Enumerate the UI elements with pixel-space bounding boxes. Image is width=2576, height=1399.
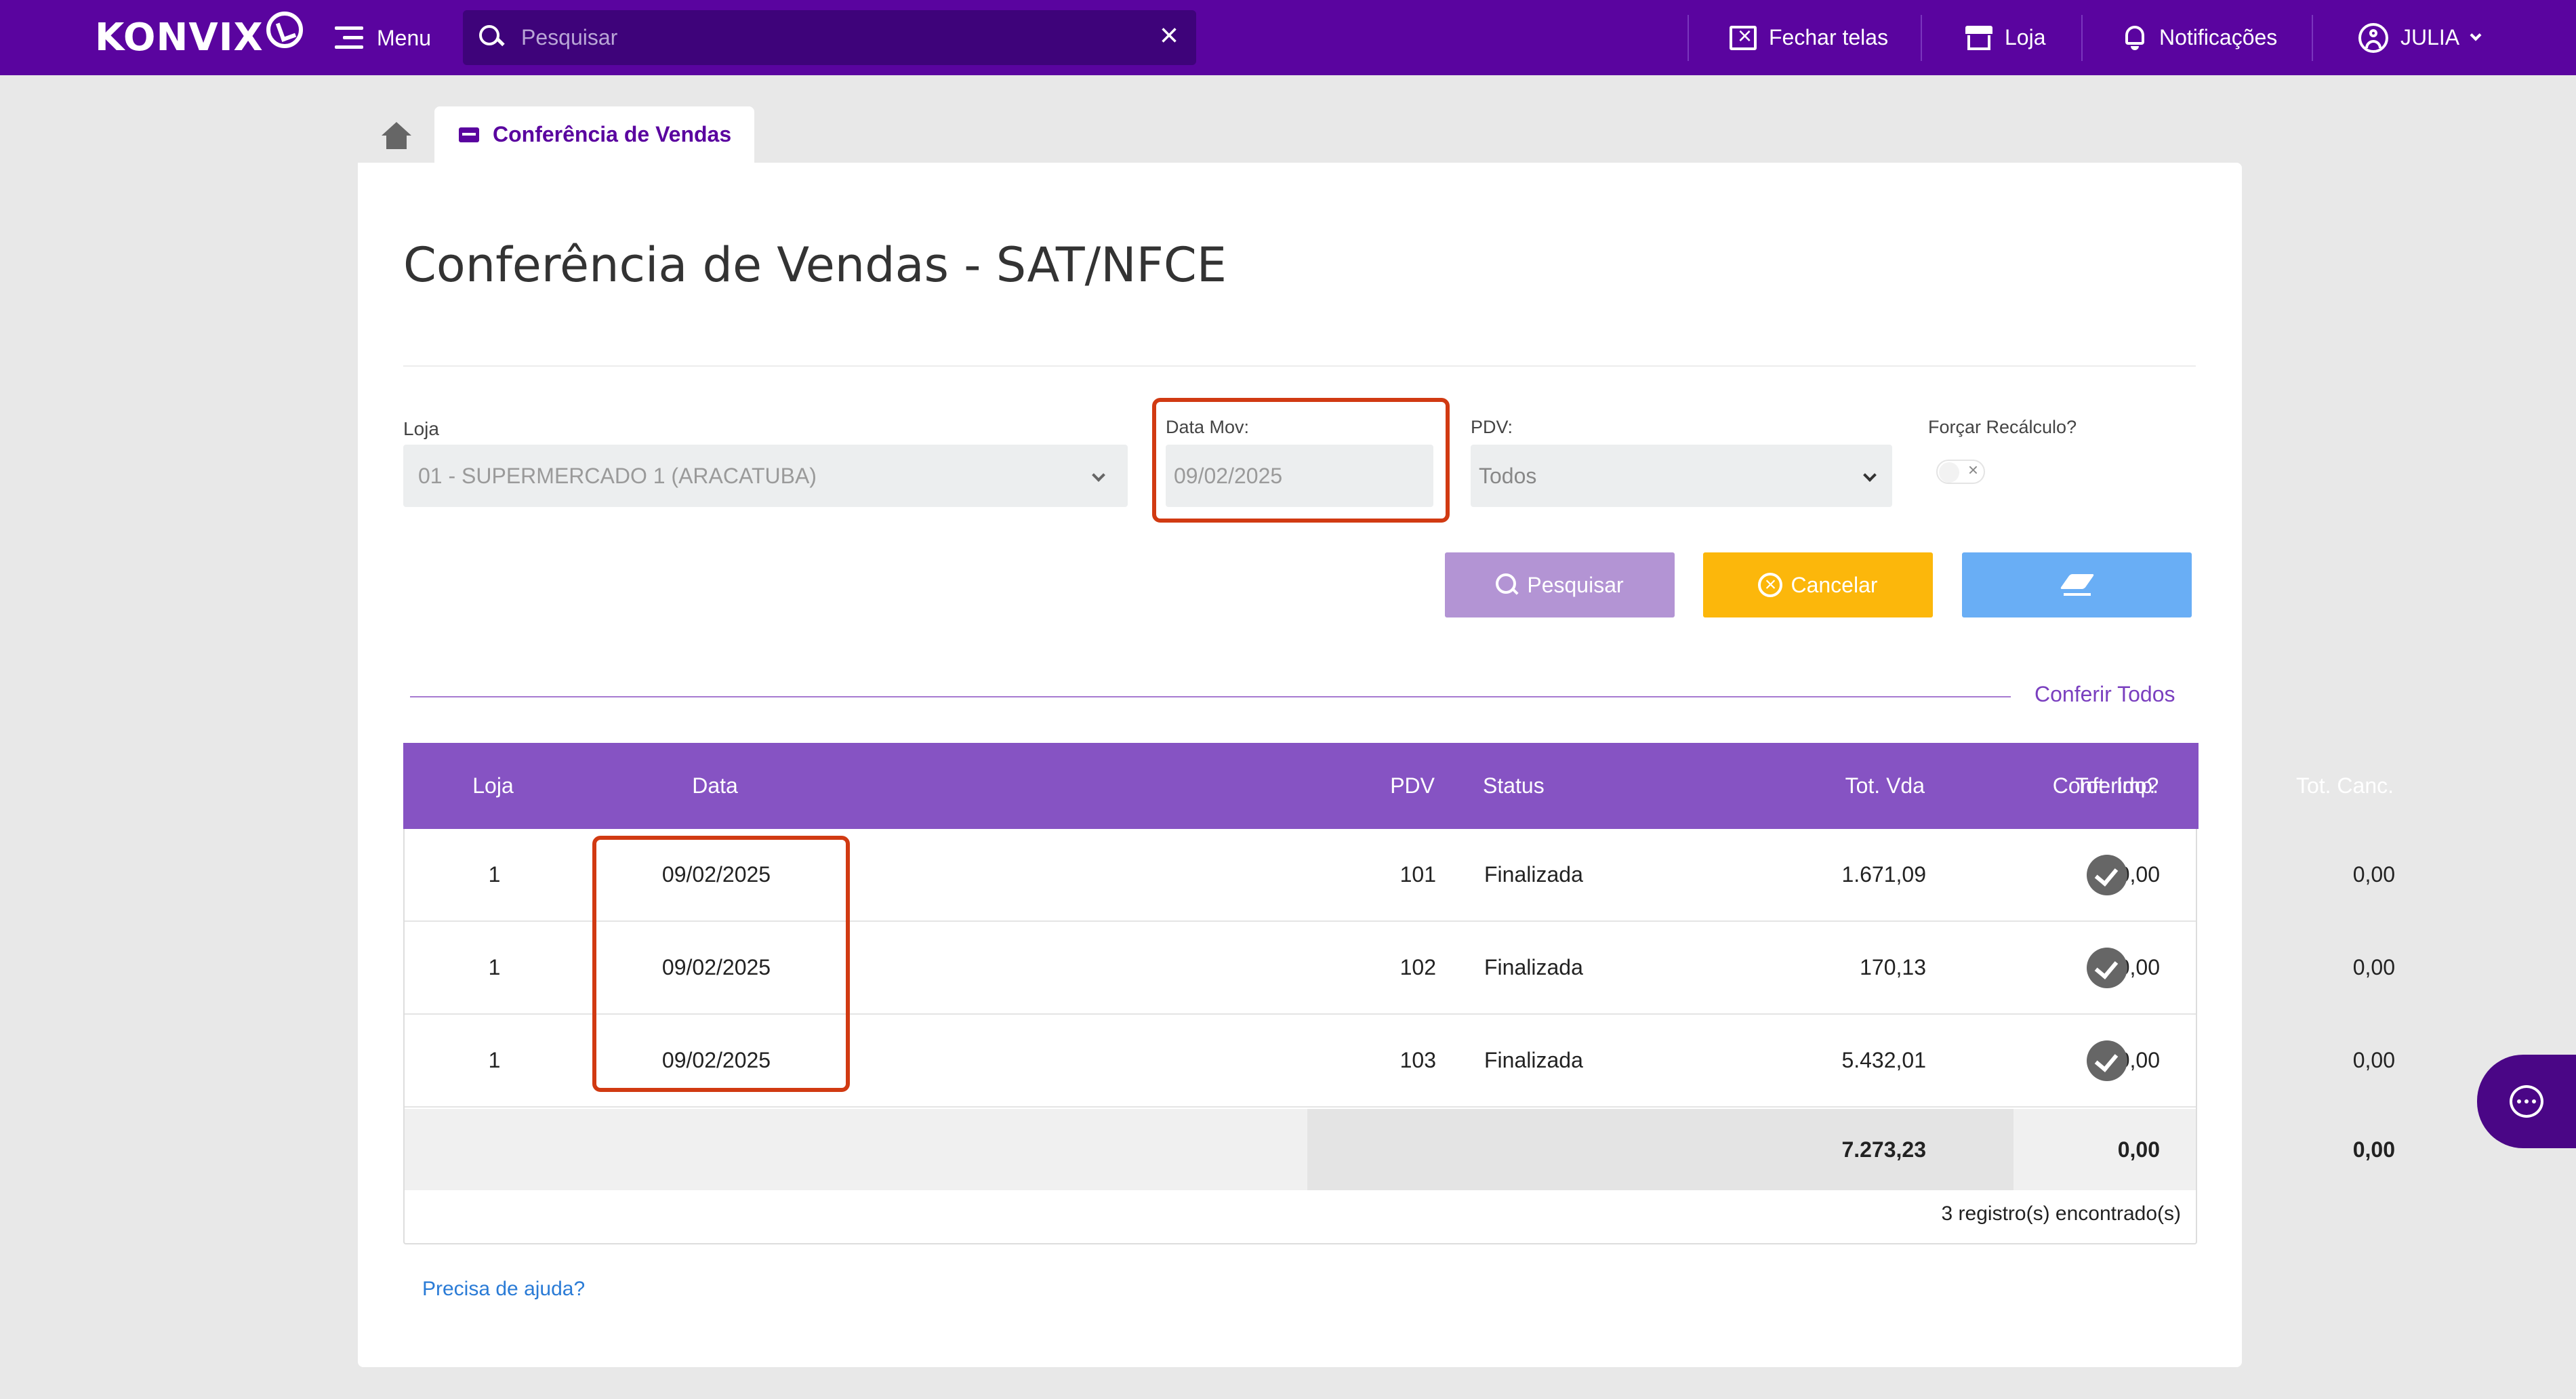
section-divider xyxy=(410,696,2011,697)
tab-card-icon xyxy=(459,127,479,142)
search-icon xyxy=(1496,573,1519,596)
chat-bubble-icon xyxy=(2510,1085,2543,1118)
logo-mark-icon xyxy=(266,12,303,48)
user-name: JULIA xyxy=(2400,25,2460,49)
cell-status: Finalizada xyxy=(1484,955,1583,979)
cell-loja: 1 xyxy=(488,862,501,887)
cell-conferido xyxy=(2016,922,2199,1013)
brand-text: KONVIX xyxy=(95,15,264,60)
cell-tot-vda: 170,13 xyxy=(1860,955,1926,979)
notifications-button[interactable]: Notificações xyxy=(2123,0,2277,75)
nav-divider xyxy=(2312,15,2313,61)
page-title: Conferência de Vendas - SAT/NFCE xyxy=(403,237,1227,293)
store-label: Loja xyxy=(2005,25,2046,49)
title-divider xyxy=(403,365,2196,367)
check-all-link[interactable]: Conferir Todos xyxy=(2035,682,2175,707)
close-screens-button[interactable]: Fechar telas xyxy=(1730,0,1888,75)
cell-status: Finalizada xyxy=(1484,1048,1583,1072)
cell-conferido xyxy=(2016,1015,2199,1106)
cell-loja: 1 xyxy=(488,1048,501,1072)
clear-search-icon[interactable]: × xyxy=(1154,20,1184,52)
data-column-highlight xyxy=(592,836,850,1092)
cancel-button-label: Cancelar xyxy=(1791,572,1878,597)
clear-filters-button[interactable] xyxy=(1962,552,2192,617)
table-header: Loja Data PDV Status Tot. Vda Tot. Imp. … xyxy=(403,743,2394,829)
search-button[interactable]: Pesquisar xyxy=(1445,552,1675,617)
date-input-value: 09/02/2025 xyxy=(1174,463,1283,488)
cell-pdv: 101 xyxy=(1399,862,1436,887)
header-status: Status xyxy=(1483,773,1545,798)
force-recalc-label: Forçar Recálculo? xyxy=(1928,417,2077,437)
cell-conferido xyxy=(2016,829,2199,920)
home-tab[interactable] xyxy=(359,108,434,163)
store-button[interactable]: Loja xyxy=(1965,0,2046,75)
header-pdv: PDV xyxy=(1390,773,1435,798)
chevron-down-icon xyxy=(2470,29,2482,41)
check-circle-icon[interactable] xyxy=(2087,1040,2127,1081)
menu-label: Menu xyxy=(377,25,432,50)
search-icon xyxy=(478,24,505,51)
bell-icon xyxy=(2123,24,2147,52)
total-tot-imp: 0,00 xyxy=(2117,1137,2160,1162)
header-data: Data xyxy=(692,773,738,798)
store-select-value: 01 - SUPERMERCADO 1 (ARACATUBA) xyxy=(418,463,817,488)
cell-tot-vda: 5.432,01 xyxy=(1841,1048,1926,1072)
date-filter-label: Data Mov: xyxy=(1166,417,1250,437)
chevron-down-icon xyxy=(1092,468,1105,482)
cancel-circle-icon: × xyxy=(1758,573,1783,597)
cell-pdv: 103 xyxy=(1399,1048,1436,1072)
tab-label: Conferência de Vendas xyxy=(493,122,732,146)
close-window-icon xyxy=(1730,22,1757,50)
top-bar: KONVIX Menu × Fechar telas Loja Notifica… xyxy=(0,0,2576,75)
check-circle-icon[interactable] xyxy=(2087,854,2127,895)
pdv-filter-label: PDV: xyxy=(1471,417,1513,437)
chat-button[interactable] xyxy=(2477,1055,2576,1148)
pdv-select-value: Todos xyxy=(1479,463,1537,488)
cancel-button[interactable]: × Cancelar xyxy=(1703,552,1933,617)
nav-divider xyxy=(1688,15,1689,61)
notifications-label: Notificações xyxy=(2159,25,2278,49)
close-screens-label: Fechar telas xyxy=(1769,25,1889,49)
record-count: 3 registro(s) encontrado(s) xyxy=(1941,1202,2181,1225)
store-icon xyxy=(1965,25,1992,50)
header-conferido: Conferido? xyxy=(2052,773,2159,798)
search-input[interactable] xyxy=(521,18,1118,56)
table-totals-row: 7.273,23 0,00 0,00 xyxy=(405,1109,2395,1190)
hamburger-icon xyxy=(335,26,363,49)
header-tot-vda: Tot. Vda xyxy=(1845,773,1925,798)
cell-pdv: 102 xyxy=(1399,955,1436,979)
cell-status: Finalizada xyxy=(1484,862,1583,887)
user-avatar-icon xyxy=(2358,22,2388,53)
cell-loja: 1 xyxy=(488,955,501,979)
eraser-icon xyxy=(2061,574,2093,596)
nav-divider xyxy=(2081,15,2083,61)
date-input[interactable]: 09/02/2025 xyxy=(1166,445,1433,507)
tab-conferencia-vendas[interactable]: Conferência de Vendas xyxy=(434,106,754,163)
total-tot-canc: 0,00 xyxy=(2352,1137,2395,1162)
nav-divider xyxy=(1921,15,1922,61)
total-tot-vda: 7.273,23 xyxy=(1841,1137,1926,1162)
cell-tot-vda: 1.671,09 xyxy=(1841,862,1926,887)
force-recalc-toggle[interactable]: × xyxy=(1936,460,1985,484)
help-link[interactable]: Precisa de ajuda? xyxy=(422,1278,585,1301)
user-menu[interactable]: JULIA xyxy=(2358,0,2482,75)
search-button-label: Pesquisar xyxy=(1527,572,1624,597)
header-loja: Loja xyxy=(472,773,514,798)
pdv-select[interactable]: Todos xyxy=(1471,445,1892,507)
toggle-off-icon: × xyxy=(1967,460,1978,480)
konvix-logo[interactable]: KONVIX xyxy=(95,12,303,61)
toggle-knob xyxy=(1939,462,1959,483)
check-circle-icon[interactable] xyxy=(2087,947,2127,988)
home-icon xyxy=(380,122,413,149)
store-select[interactable]: 01 - SUPERMERCADO 1 (ARACATUBA) xyxy=(403,445,1128,507)
global-search: × xyxy=(463,10,1196,65)
menu-button[interactable]: Menu xyxy=(335,19,431,57)
chevron-down-icon xyxy=(1863,468,1877,482)
store-filter-label: Loja xyxy=(403,418,439,439)
